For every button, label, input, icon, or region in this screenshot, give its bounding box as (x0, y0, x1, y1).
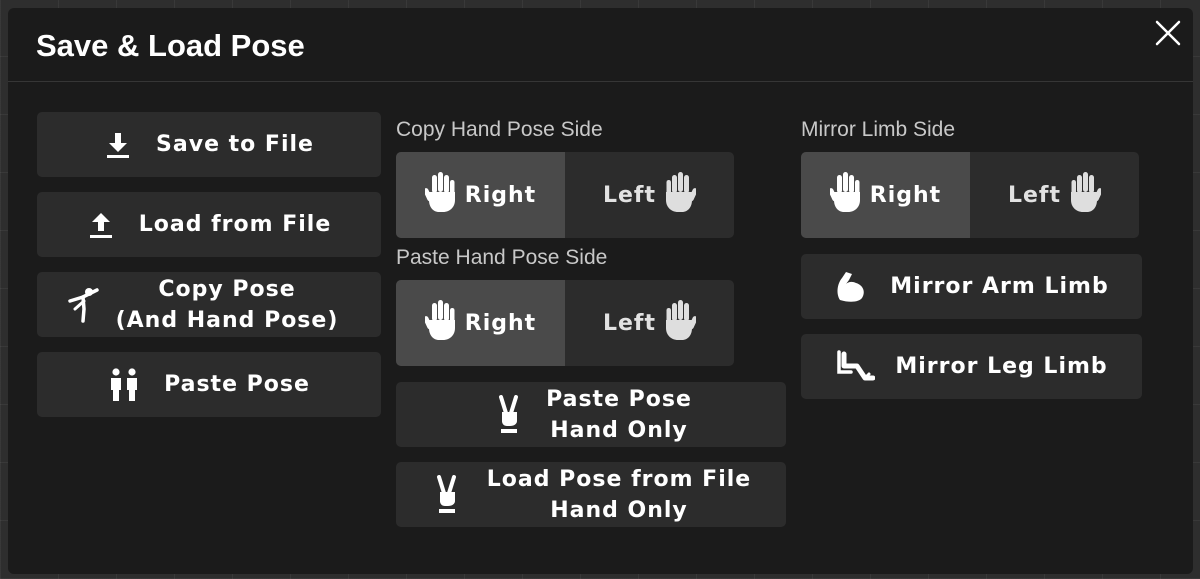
title-divider (8, 81, 1193, 82)
close-icon[interactable] (1153, 18, 1183, 48)
paste-hand-left-label: Left (602, 310, 657, 336)
copy-hand-side-toggle: Right Left (396, 152, 734, 238)
right-hand-icon (828, 172, 860, 218)
seated-leg-icon (835, 349, 876, 384)
paste-pose-hand-only-label: Paste Pose Hand Only (546, 386, 692, 443)
copy-pose-button[interactable]: Copy Pose (And Hand Pose) (37, 272, 381, 337)
mirror-limb-side-toggle: Right Left (801, 152, 1139, 238)
copy-hand-right-option[interactable]: Right (396, 152, 565, 238)
kick-pose-icon (67, 287, 101, 323)
dialog-title: Save & Load Pose (36, 28, 305, 63)
copy-pose-label: Copy Pose (And Hand Pose) (115, 276, 339, 333)
copy-hand-right-label: Right (464, 182, 537, 208)
copy-hand-left-label: Left (602, 182, 657, 208)
upload-icon (87, 211, 115, 239)
paste-hand-right-option[interactable]: Right (396, 280, 565, 366)
people-icon (108, 367, 140, 402)
mirror-arm-limb-button[interactable]: Mirror Arm Limb (801, 254, 1142, 319)
load-pose-hand-only-button[interactable]: Load Pose from File Hand Only (396, 462, 786, 527)
victory-hand-icon (434, 474, 460, 515)
save-to-file-label: Save to File (156, 132, 314, 157)
mirror-right-label: Right (869, 182, 942, 208)
load-pose-hand-only-label: Load Pose from File Hand Only (486, 466, 752, 523)
download-icon (104, 131, 132, 159)
victory-hand-icon (496, 394, 522, 435)
mirror-limb-side-label: Mirror Limb Side (801, 118, 956, 141)
save-load-pose-dialog: Save & Load Pose Save to File Load from … (8, 8, 1193, 574)
copy-hand-pose-side-label: Copy Hand Pose Side (396, 118, 603, 141)
mirror-leg-limb-button[interactable]: Mirror Leg Limb (801, 334, 1142, 399)
mirror-left-option[interactable]: Left (970, 152, 1139, 238)
paste-pose-button[interactable]: Paste Pose (37, 352, 381, 417)
paste-hand-right-label: Right (464, 310, 537, 336)
load-from-file-button[interactable]: Load from File (37, 192, 381, 257)
mirror-right-option[interactable]: Right (801, 152, 970, 238)
right-hand-icon (423, 300, 455, 346)
paste-pose-hand-only-button[interactable]: Paste Pose Hand Only (396, 382, 786, 447)
paste-pose-label: Paste Pose (164, 372, 310, 397)
load-from-file-label: Load from File (138, 212, 332, 237)
left-hand-icon (666, 300, 698, 346)
flexed-arm-icon (834, 270, 868, 304)
mirror-leg-limb-label: Mirror Leg Limb (895, 354, 1108, 379)
paste-hand-side-toggle: Right Left (396, 280, 734, 366)
mirror-arm-limb-label: Mirror Arm Limb (890, 274, 1109, 299)
save-to-file-button[interactable]: Save to File (37, 112, 381, 177)
right-hand-icon (423, 172, 455, 218)
paste-hand-left-option[interactable]: Left (565, 280, 734, 366)
paste-hand-pose-side-label: Paste Hand Pose Side (396, 246, 608, 269)
copy-hand-left-option[interactable]: Left (565, 152, 734, 238)
left-hand-icon (1071, 172, 1103, 218)
mirror-left-label: Left (1007, 182, 1062, 208)
left-hand-icon (666, 172, 698, 218)
